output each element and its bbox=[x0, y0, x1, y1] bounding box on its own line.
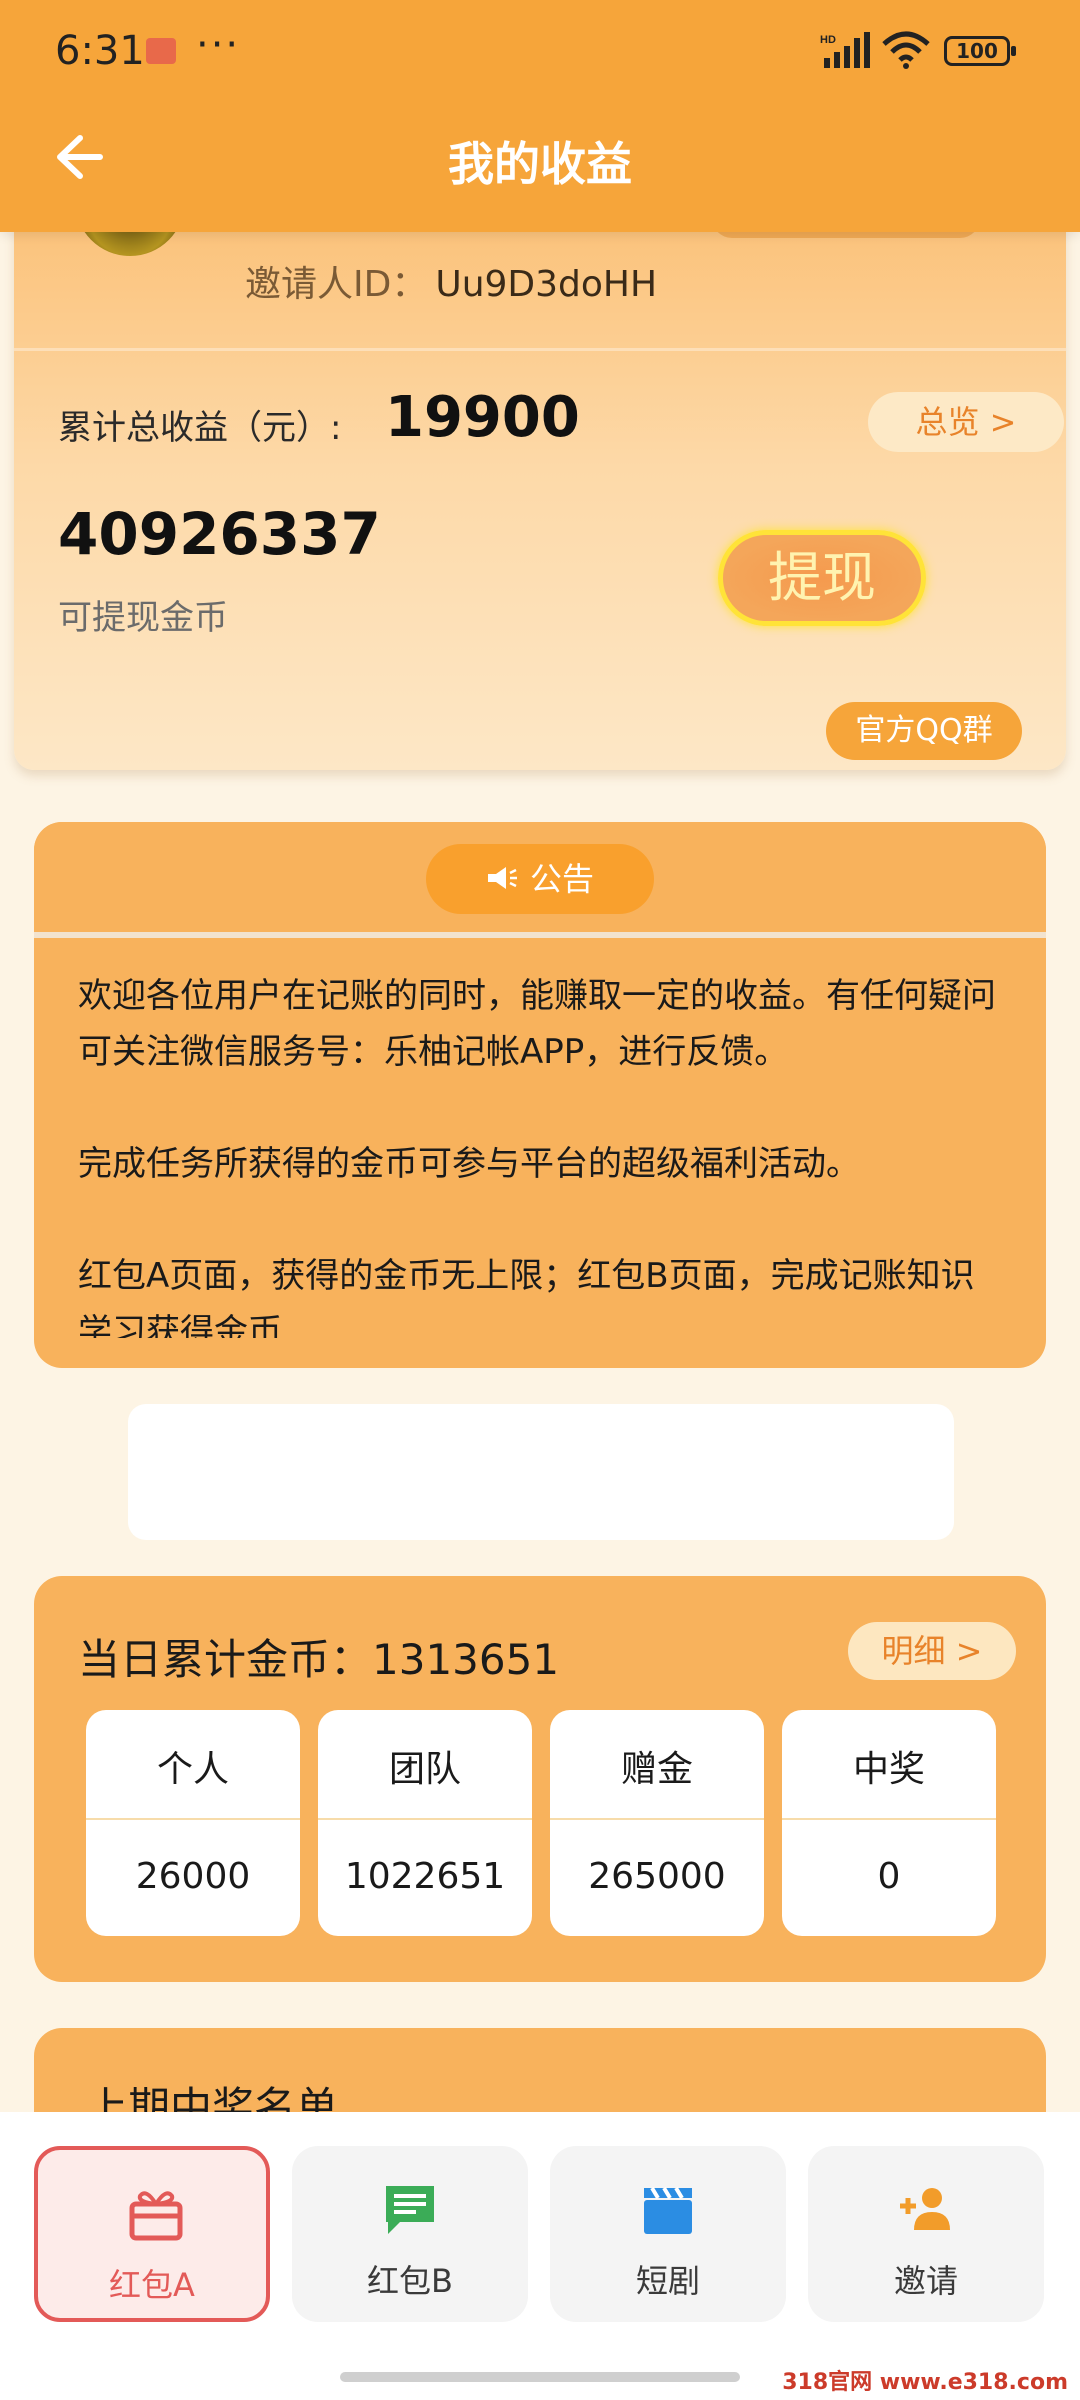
more-notifications-icon: ··· bbox=[196, 22, 241, 68]
nav-item-invite[interactable]: 邀请 bbox=[808, 2146, 1044, 2322]
detail-button[interactable]: 明细 > bbox=[848, 1622, 1016, 1680]
signal-icon: HD bbox=[820, 32, 870, 68]
stat-value: 26000 bbox=[135, 1856, 251, 1897]
total-earnings-label: 累计总收益（元）: bbox=[58, 408, 342, 448]
announcement-title: 公告 bbox=[426, 844, 654, 914]
stat-label: 赠金 bbox=[620, 1749, 693, 1790]
stat-value: 265000 bbox=[588, 1856, 726, 1897]
withdraw-button[interactable]: 提现 bbox=[718, 530, 926, 626]
add-user-icon bbox=[900, 2188, 950, 2230]
daily-coins-title: 当日累计金币：1313651 bbox=[78, 1635, 560, 1684]
withdrawable-coins-value: 40926337 bbox=[58, 500, 381, 568]
divider bbox=[86, 1818, 300, 1820]
withdrawable-coins-label: 可提现金币 bbox=[58, 598, 228, 638]
nav-item-short-drama[interactable]: 短剧 bbox=[550, 2146, 786, 2322]
home-indicator[interactable] bbox=[340, 2372, 740, 2382]
total-earnings-value: 19900 bbox=[385, 385, 580, 450]
announcement-title-text: 公告 bbox=[529, 860, 594, 898]
watermark: 318官网 www.e318.com bbox=[778, 2364, 1072, 2396]
message-icon bbox=[386, 2186, 434, 2234]
announcement-paragraph: 欢迎各位用户在记账的同时，能赚取一定的收益。有任何疑问可关注微信服务号：乐柚记帐… bbox=[78, 976, 996, 1072]
divider bbox=[550, 1818, 764, 1820]
inviter-value: Uu9D3doHH bbox=[435, 264, 658, 305]
inviter-label: 邀请人ID： bbox=[245, 264, 428, 305]
clapperboard-icon bbox=[644, 2186, 692, 2234]
status-time: 6:31 bbox=[55, 28, 145, 74]
announcement-body[interactable]: 欢迎各位用户在记账的同时，能赚取一定的收益。有任何疑问可关注微信服务号：乐柚记帐… bbox=[78, 968, 1008, 1338]
inviter-id: 邀请人ID： Uu9D3doHH bbox=[245, 255, 657, 307]
stat-cell-bonus: 赠金 265000 bbox=[550, 1710, 764, 1936]
bottom-nav: 红包A 红包B 短剧 邀请 bbox=[0, 2112, 1080, 2400]
qq-group-button[interactable]: 官方QQ群 bbox=[826, 702, 1022, 760]
nav-label: 红包B bbox=[367, 2262, 453, 2300]
nav-item-red-packet-a[interactable]: 红包A bbox=[34, 2146, 270, 2322]
page-title: 我的收益 bbox=[448, 137, 632, 191]
announcement-paragraph: 红包A页面，获得的金币无上限；红包B页面，完成记账知识学习获得金币 bbox=[78, 1256, 975, 1338]
announcement-paragraph: 完成任务所获得的金币可参与平台的超级福利活动。 bbox=[78, 1144, 860, 1184]
announcement-card: 公告 欢迎各位用户在记账的同时，能赚取一定的收益。有任何疑问可关注微信服务号：乐… bbox=[34, 822, 1046, 1368]
stat-label: 中奖 bbox=[852, 1749, 925, 1790]
megaphone-icon bbox=[486, 846, 518, 916]
stat-value: 0 bbox=[877, 1856, 901, 1897]
stat-value: 1022651 bbox=[344, 1856, 506, 1897]
app-header: 6:31 ··· HD 100 我的收益 bbox=[0, 0, 1080, 232]
wifi-icon bbox=[882, 31, 930, 69]
svg-text:HD: HD bbox=[820, 34, 836, 46]
gift-icon bbox=[129, 2191, 183, 2241]
stat-label: 个人 bbox=[156, 1749, 229, 1790]
status-bar: 6:31 ··· HD 100 bbox=[0, 0, 1080, 100]
stat-cell-team: 团队 1022651 bbox=[318, 1710, 532, 1936]
notification-icon bbox=[146, 38, 176, 64]
divider bbox=[782, 1818, 996, 1820]
divider bbox=[34, 932, 1046, 938]
nav-item-red-packet-b[interactable]: 红包B bbox=[292, 2146, 528, 2322]
stat-cell-prize: 中奖 0 bbox=[782, 1710, 996, 1936]
divider bbox=[318, 1818, 532, 1820]
ad-placeholder bbox=[128, 1404, 954, 1540]
overview-button[interactable]: 总览 > bbox=[868, 392, 1064, 452]
daily-coins-card: 当日累计金币：1313651 明细 > 个人 26000 团队 1022651 … bbox=[34, 1576, 1046, 1982]
nav-label: 红包A bbox=[109, 2266, 195, 2304]
divider bbox=[14, 348, 1066, 351]
nav-label: 邀请 bbox=[893, 2262, 958, 2300]
stat-label: 团队 bbox=[388, 1749, 461, 1790]
battery-icon: 100 bbox=[944, 36, 1016, 66]
stat-cell-personal: 个人 26000 bbox=[86, 1710, 300, 1936]
nav-label: 短剧 bbox=[635, 2262, 700, 2300]
